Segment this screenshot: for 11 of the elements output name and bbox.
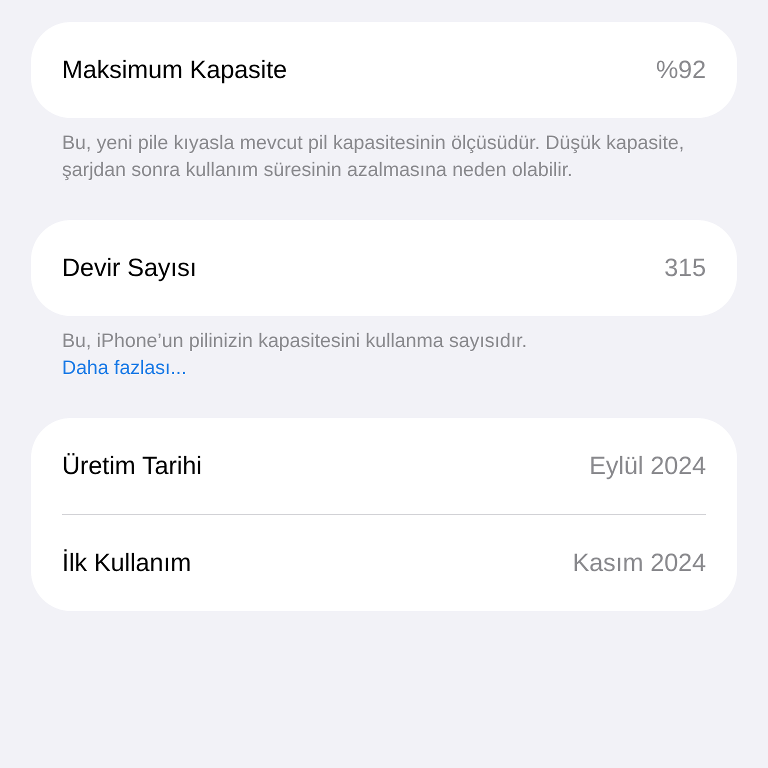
row-value: Eylül 2024 [589, 452, 706, 480]
footer-text: Bu, iPhone’un pilinizin kapasitesini kullanma sayısıdır. [62, 329, 528, 354]
row-label: Devir Sayısı [62, 254, 197, 282]
row-label: Üretim Tarihi [62, 452, 202, 480]
footer-text: Bu, yeni pile kıyasla mevcut pil kapasitesinin ölçüsüdür. Düşük kapasite, şarjdan sonra kullanım süresinin azalmasına neden olabilir. [62, 131, 686, 183]
row-label: İlk Kullanım [62, 548, 192, 578]
row-value: Kasım 2024 [572, 548, 706, 578]
row-value: 315 [664, 254, 706, 282]
row-label: Maksimum Kapasite [62, 56, 288, 84]
more-link[interactable]: Daha fazlası... [62, 357, 187, 379]
row-value: %92 [656, 56, 706, 84]
